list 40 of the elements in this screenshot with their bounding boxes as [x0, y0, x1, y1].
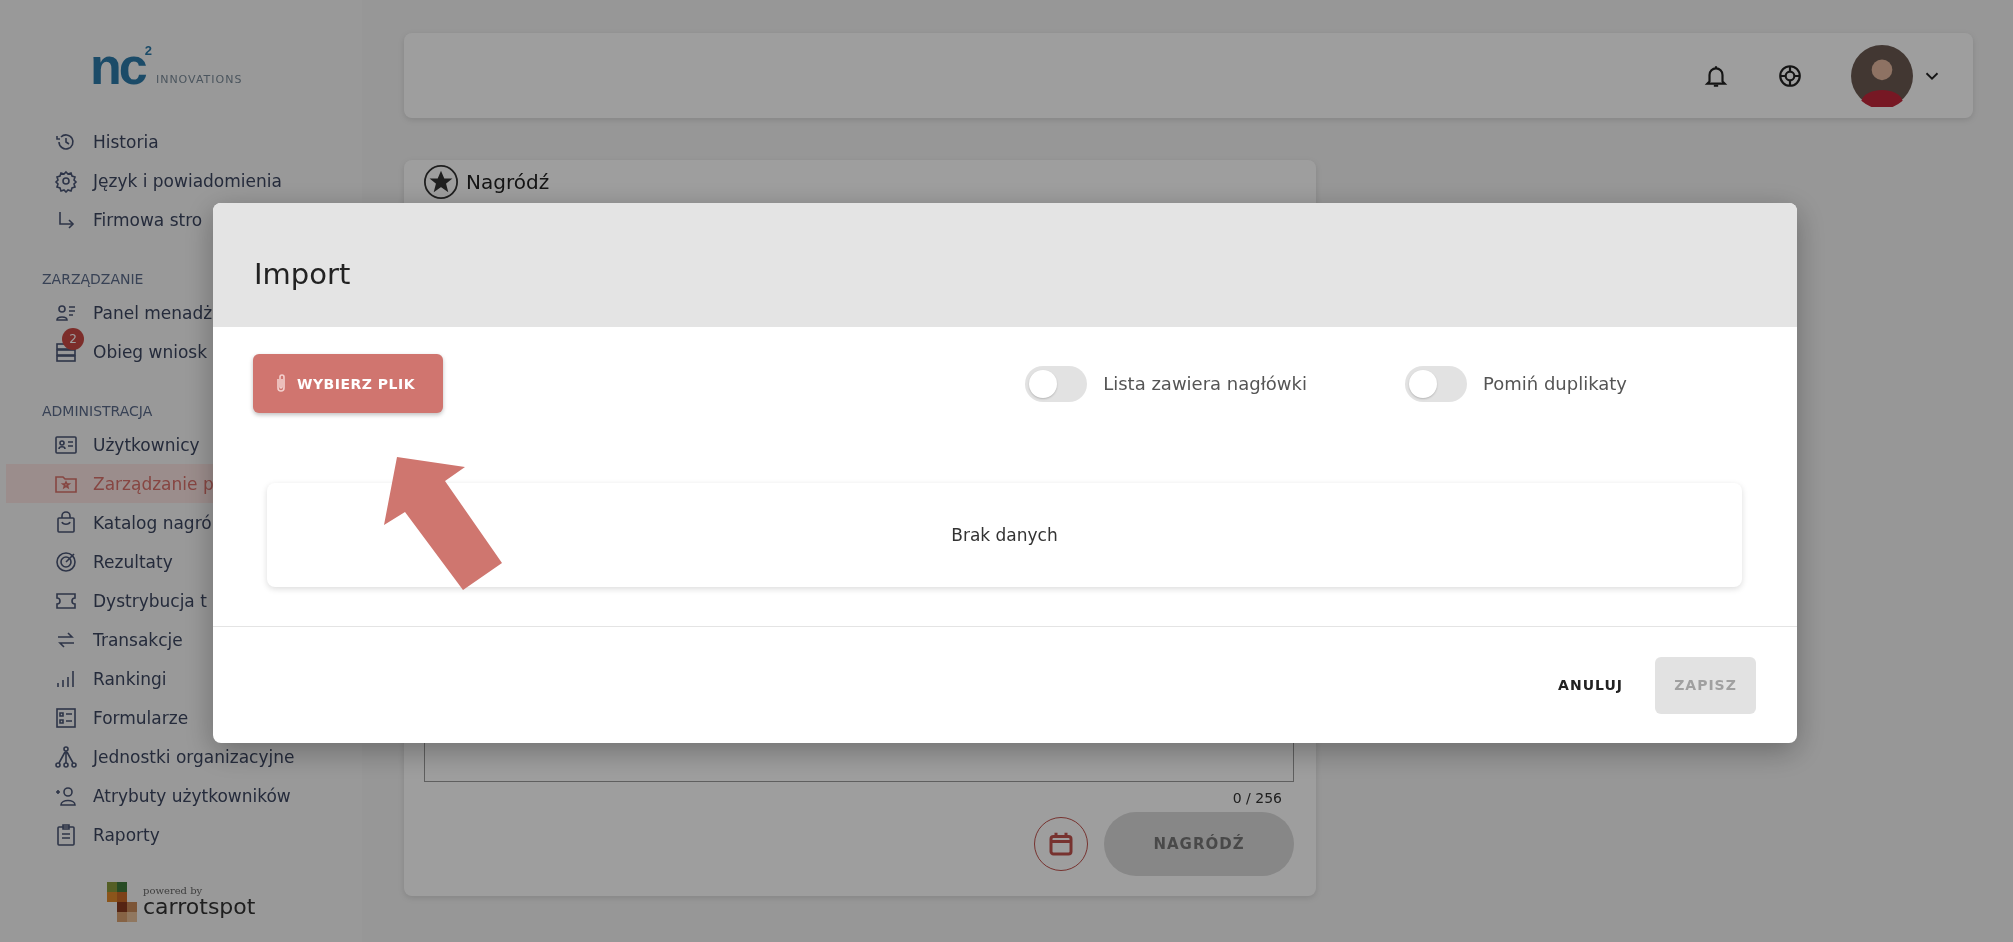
dialog-button[interactable]: ANULUJ: [1554, 667, 1627, 703]
nav-item[interactable]: Katalog nagró: [6, 503, 362, 542]
section-heading: ZARZĄDZANIE: [41, 271, 144, 287]
nav-item[interactable]: Użytkownicy: [6, 425, 362, 464]
nav-item[interactable]: Atrybuty użytkowników: [6, 776, 362, 815]
toggle-switch[interactable]: [1025, 365, 1088, 402]
nav-item[interactable]: Transakcje: [6, 620, 362, 659]
tree-icon: [54, 744, 78, 769]
pixel-logo-icon: [107, 882, 137, 922]
section-heading: ADMINISTRACJA: [41, 403, 153, 419]
nav-item[interactable]: Jednostki organizacyjne: [6, 737, 362, 776]
gear-icon: [54, 168, 78, 193]
form-icon: [54, 705, 78, 730]
count-badge: 2: [62, 327, 84, 350]
choose-file-button[interactable]: WYBIERZ PLIK: [253, 354, 444, 413]
paperclip-icon: [275, 372, 287, 395]
bag-icon: [54, 510, 78, 535]
nav-item[interactable]: Firmowa stro: [6, 200, 362, 239]
card-title: Nagródź: [466, 170, 550, 194]
character-counter: 0 / 256: [1232, 790, 1282, 806]
logo-mark: nc$^{2}$: [90, 44, 152, 88]
avatar-icon[interactable]: [1851, 44, 1913, 107]
nav-item[interactable]: Język i powiadomienia: [6, 161, 362, 200]
clipboard-icon: [54, 822, 78, 847]
lifebuoy-icon[interactable]: [1777, 62, 1803, 89]
toggle-label: Lista zawiera nagłówki: [1103, 373, 1307, 394]
empty-message: Brak danych: [951, 525, 1058, 545]
nav-item[interactable]: Rezultaty: [6, 542, 362, 581]
brand-name: carrotspot: [143, 896, 256, 918]
powered-by-text: powered by: [143, 886, 204, 896]
toggle-label: Pomiń duplikaty: [1483, 373, 1627, 394]
nav-item[interactable]: Dystrybucja t: [6, 581, 362, 620]
nav-item[interactable]: Raporty: [6, 815, 362, 854]
nav-item[interactable]: Formularze: [6, 698, 362, 737]
nav-item[interactable]: Rankingi: [6, 659, 362, 698]
toggle-switch[interactable]: [1405, 365, 1467, 402]
logo-tagline: INNOVATIONS: [155, 73, 243, 86]
dialog-title: Import: [254, 257, 351, 291]
target-icon: [54, 549, 78, 574]
nav-item[interactable]: Historia: [6, 122, 362, 161]
